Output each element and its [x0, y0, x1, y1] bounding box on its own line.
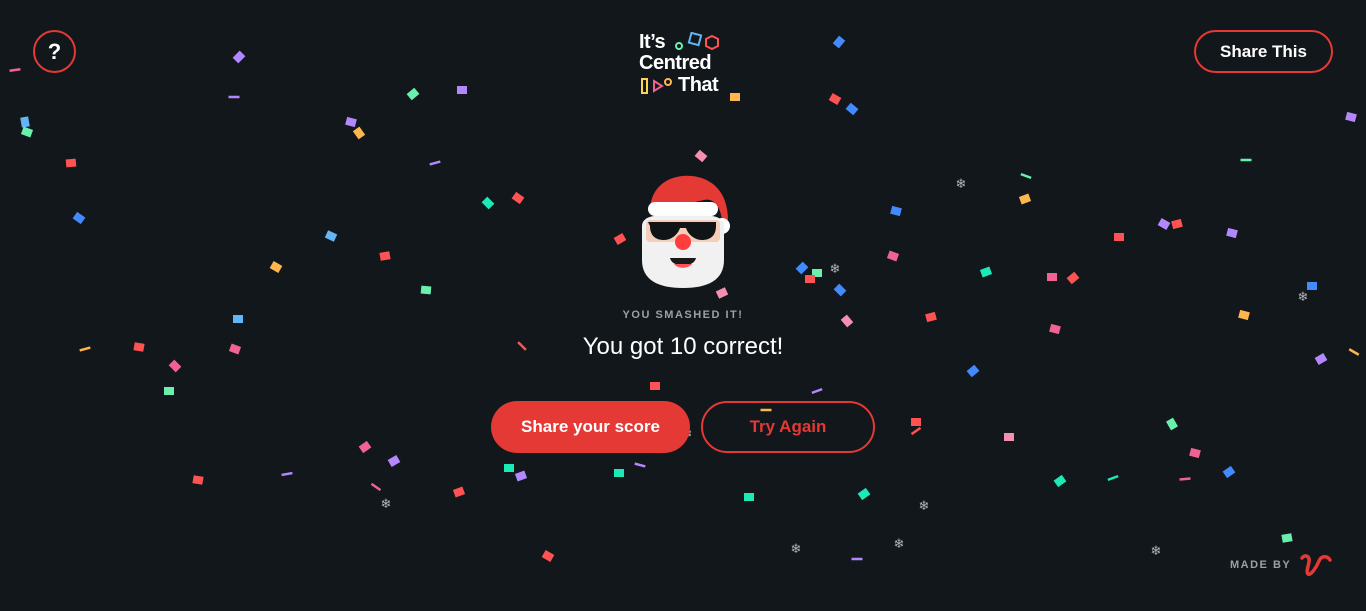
try-again-label: Try Again — [749, 417, 827, 436]
confetti-piece — [833, 283, 847, 297]
snowflake-icon: ❄ — [791, 542, 802, 557]
confetti-piece — [20, 126, 34, 138]
confetti-piece — [1307, 282, 1317, 290]
swoosh-logo-icon — [1300, 554, 1332, 576]
question-mark-icon: ? — [47, 38, 62, 64]
made-by-credit[interactable]: MADE BY — [1230, 551, 1333, 579]
share-score-button[interactable]: Share your score — [491, 401, 690, 453]
logo-line-3: That — [678, 74, 719, 96]
snowflake-icon: ❄ — [1298, 290, 1309, 305]
confetti-piece — [966, 364, 980, 378]
confetti-piece — [358, 440, 372, 454]
confetti-piece — [828, 93, 842, 105]
confetti-piece — [1053, 474, 1067, 488]
confetti-piece — [1047, 273, 1057, 281]
confetti-piece — [72, 211, 86, 225]
share-this-button[interactable]: Share This — [1194, 30, 1333, 73]
confetti-piece — [857, 487, 871, 501]
confetti-piece — [481, 196, 495, 210]
confetti-piece — [281, 471, 293, 477]
share-this-label: Share This — [1220, 41, 1307, 61]
confetti-piece — [614, 469, 624, 477]
confetti-piece — [845, 102, 859, 116]
confetti-piece — [811, 387, 823, 395]
snowflake-icon: ❄ — [956, 177, 967, 192]
results-screen: ❄❄❄❄❄❄❄❄❄ ? It’s Centred That Share This — [0, 0, 1366, 611]
confetti-piece — [452, 486, 466, 498]
confetti-piece — [744, 493, 754, 501]
result-kicker: YOU SMASHED IT! — [622, 309, 744, 321]
confetti-piece — [232, 50, 246, 64]
confetti-piece — [1222, 465, 1236, 479]
confetti-piece — [1179, 477, 1191, 481]
confetti-piece — [65, 158, 77, 168]
confetti-piece — [910, 426, 922, 436]
snowflake-icon: ❄ — [919, 499, 930, 514]
confetti-piece — [352, 126, 366, 140]
help-button[interactable]: ? — [33, 30, 76, 73]
logo-line-1: It’s — [639, 31, 666, 53]
made-by-label: MADE BY — [1230, 559, 1292, 571]
result-headline: You got 10 correct! — [582, 333, 784, 360]
snowflake-icon: ❄ — [381, 497, 392, 512]
confetti-piece — [851, 557, 863, 561]
snowflake-icon: ❄ — [894, 537, 905, 552]
confetti-piece — [890, 205, 902, 217]
confetti-piece — [1066, 271, 1080, 285]
snowflake-icon: ❄ — [830, 262, 841, 277]
confetti-piece — [541, 550, 555, 562]
confetti-piece — [1345, 111, 1357, 123]
confetti-piece — [694, 149, 708, 163]
confetti-piece — [20, 116, 30, 128]
confetti-piece — [387, 455, 401, 467]
confetti-piece — [514, 470, 528, 482]
confetti-piece — [168, 359, 182, 373]
confetti-piece — [192, 475, 204, 485]
confetti-piece — [634, 462, 646, 468]
confetti-piece — [1004, 433, 1014, 441]
confetti-piece — [1240, 158, 1252, 162]
logo-line-2: Centred — [639, 52, 712, 74]
confetti-piece — [1189, 447, 1201, 459]
confetti-piece — [805, 275, 815, 283]
confetti-piece — [457, 86, 467, 94]
confetti-piece — [911, 418, 921, 426]
confetti-piece — [164, 387, 174, 395]
snowflake-icon: ❄ — [1151, 544, 1162, 559]
confetti-piece — [795, 261, 809, 275]
logo-shapes-bottom-icon — [641, 78, 672, 94]
confetti-piece — [9, 67, 21, 73]
santa-sunglasses-icon — [642, 175, 730, 288]
confetti-piece — [345, 116, 357, 128]
confetti-piece — [1157, 218, 1171, 230]
confetti-piece — [324, 230, 338, 242]
confetti-piece — [1018, 193, 1032, 205]
confetti-piece — [979, 266, 993, 278]
confetti-piece — [1281, 533, 1293, 543]
confetti-piece — [370, 482, 382, 492]
confetti-piece — [420, 285, 432, 295]
confetti-piece — [1020, 172, 1032, 180]
confetti-piece — [1171, 218, 1183, 230]
confetti-piece — [504, 464, 514, 472]
confetti-piece — [1114, 233, 1124, 241]
confetti-piece — [1226, 227, 1238, 239]
confetti-piece — [832, 35, 846, 49]
confetti-piece — [650, 382, 660, 390]
its-centred-that-logo[interactable]: It’s Centred That — [638, 30, 748, 100]
confetti-piece — [886, 250, 900, 262]
confetti-piece — [379, 251, 391, 261]
confetti-piece — [1166, 417, 1178, 431]
confetti-piece — [406, 87, 420, 101]
try-again-button[interactable]: Try Again — [701, 401, 875, 453]
confetti-piece — [1107, 474, 1119, 482]
confetti-piece — [429, 160, 441, 166]
confetti-piece — [269, 261, 283, 273]
logo-shapes-top-icon — [675, 32, 719, 51]
share-score-label: Share your score — [521, 417, 660, 436]
confetti-piece — [228, 95, 240, 99]
confetti-piece — [511, 191, 525, 205]
